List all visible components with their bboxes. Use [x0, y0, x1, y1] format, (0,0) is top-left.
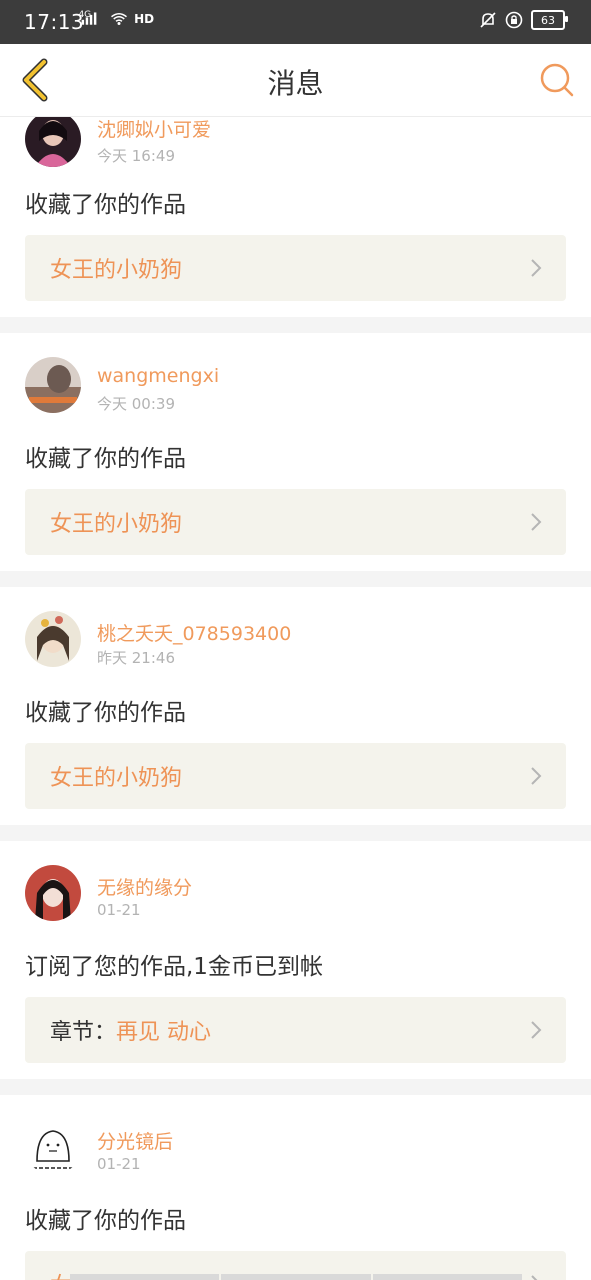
work-link[interactable]: 女王的小奶狗 [25, 489, 566, 555]
hd-label: HD [134, 12, 155, 26]
status-time: 17:13 [24, 10, 85, 34]
work-link-title: 女王的小奶狗 [50, 258, 183, 283]
work-link[interactable]: 女王的小奶狗 [25, 743, 566, 809]
message-time: 01-21 [97, 1155, 141, 1173]
nav-bar: 消息 [0, 44, 591, 117]
message-list[interactable]: 沈卿姒小可爱 今天 16:49 收藏了你的作品 女王的小奶狗 wangmengx… [0, 117, 591, 1280]
username[interactable]: wangmengxi [97, 365, 219, 387]
avatar[interactable] [25, 865, 81, 921]
chevron-right-icon [531, 513, 542, 531]
search-icon[interactable] [537, 60, 577, 100]
work-link-title: 女王的小奶狗 [50, 512, 183, 537]
avatar[interactable] [25, 357, 81, 413]
work-link-title: 再见 动心 [116, 1020, 212, 1045]
chevron-right-icon [531, 1021, 542, 1039]
work-link[interactable]: 章节： 再见 动心 [25, 997, 566, 1063]
mute-bell-icon [480, 12, 496, 28]
lock-rotation-icon [505, 11, 523, 29]
page-title: 消息 [267, 67, 324, 100]
username[interactable]: 无缘的缘分 [97, 873, 192, 900]
username[interactable]: 沈卿姒小可爱 [97, 117, 211, 142]
message-time: 今天 00:39 [97, 395, 175, 413]
status-right: 63 [479, 10, 568, 30]
message-action: 订阅了您的作品,1金币已到帐 [25, 954, 323, 980]
chevron-right-icon [531, 259, 542, 277]
chevron-right-icon [531, 767, 542, 785]
message-time: 01-21 [97, 901, 141, 919]
message-header: wangmengxi 今天 00:39 [25, 355, 566, 425]
message-card: 沈卿姒小可爱 今天 16:49 收藏了你的作品 女王的小奶狗 [0, 117, 591, 317]
message-card: 桃之夭夭_078593400 昨天 21:46 收藏了你的作品 女王的小奶狗 [0, 587, 591, 825]
message-header: 分光镜后 01-21 [25, 1117, 566, 1187]
message-action: 收藏了你的作品 [25, 700, 186, 726]
status-network: 4G HD [78, 10, 155, 28]
message-card: 分光镜后 01-21 收藏了你的作品 女王的小奶狗 [0, 1095, 591, 1280]
network-label: 4G [78, 10, 92, 20]
message-time: 今天 16:49 [97, 147, 175, 165]
chevron-right-icon [531, 1275, 538, 1280]
message-time: 昨天 21:46 [97, 649, 175, 667]
status-bar: 17:13 4G HD 63 [0, 0, 591, 44]
message-header: 无缘的缘分 01-21 [25, 863, 566, 933]
work-link-title: 女王的小奶狗 [50, 766, 183, 791]
username[interactable]: 桃之夭夭_078593400 [97, 619, 291, 646]
username[interactable]: 分光镜后 [97, 1127, 173, 1154]
scroll-indicator [70, 1274, 522, 1280]
message-action: 收藏了你的作品 [25, 446, 186, 472]
wifi-icon [110, 13, 127, 25]
message-card: wangmengxi 今天 00:39 收藏了你的作品 女王的小奶狗 [0, 333, 591, 571]
avatar[interactable] [25, 611, 81, 667]
message-header: 沈卿姒小可爱 今天 16:49 [25, 117, 566, 185]
work-link-prefix: 章节： [50, 1020, 117, 1045]
avatar[interactable] [25, 117, 81, 167]
message-header: 桃之夭夭_078593400 昨天 21:46 [25, 609, 566, 679]
message-action: 收藏了你的作品 [25, 192, 186, 218]
avatar[interactable] [25, 1119, 81, 1175]
battery-indicator: 63 [531, 10, 568, 30]
message-card: 无缘的缘分 01-21 订阅了您的作品,1金币已到帐 章节： 再见 动心 [0, 841, 591, 1079]
message-action: 收藏了你的作品 [25, 1208, 186, 1234]
work-link[interactable]: 女王的小奶狗 [25, 235, 566, 301]
